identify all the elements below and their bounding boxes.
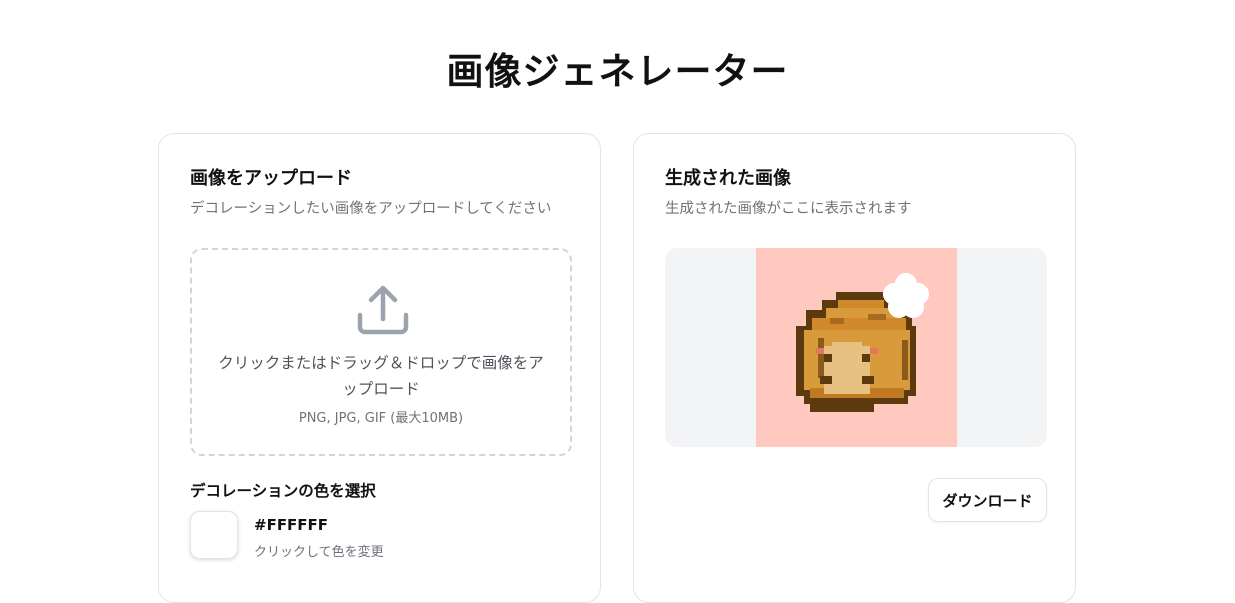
result-card-description: 生成された画像がここに表示されます <box>665 201 912 217</box>
generated-image-preview <box>665 248 1047 447</box>
dropzone-instruction: クリックまたはドラッグ＆ドロップで画像をアップロード <box>218 354 544 398</box>
color-swatch-picker[interactable] <box>190 511 238 559</box>
upload-card-description: デコレーションしたい画像をアップロードしてください <box>190 201 552 217</box>
pixel-art-bread-image <box>796 273 929 412</box>
image-dropzone[interactable]: クリックまたはドラッグ＆ドロップで画像をアップロード PNG, JPG, GIF… <box>190 248 572 456</box>
upload-icon <box>357 285 409 335</box>
upload-card-title: 画像をアップロード <box>190 168 352 189</box>
download-button[interactable]: ダウンロード <box>928 478 1047 522</box>
page-title: 画像ジェネレーター <box>446 50 789 93</box>
generated-image <box>756 248 957 447</box>
color-section-heading: デコレーションの色を選択 <box>190 482 376 500</box>
result-card-title: 生成された画像 <box>665 168 791 189</box>
color-change-hint: クリックして色を変更 <box>254 545 384 560</box>
upload-card: 画像をアップロード デコレーションしたい画像をアップロードしてください クリック… <box>158 133 601 603</box>
dropzone-file-hint: PNG, JPG, GIF (最大10MB) <box>298 411 464 426</box>
color-hex-value: #FFFFFF <box>254 516 329 534</box>
result-card: 生成された画像 生成された画像がここに表示されます ダウンロード <box>633 133 1076 603</box>
